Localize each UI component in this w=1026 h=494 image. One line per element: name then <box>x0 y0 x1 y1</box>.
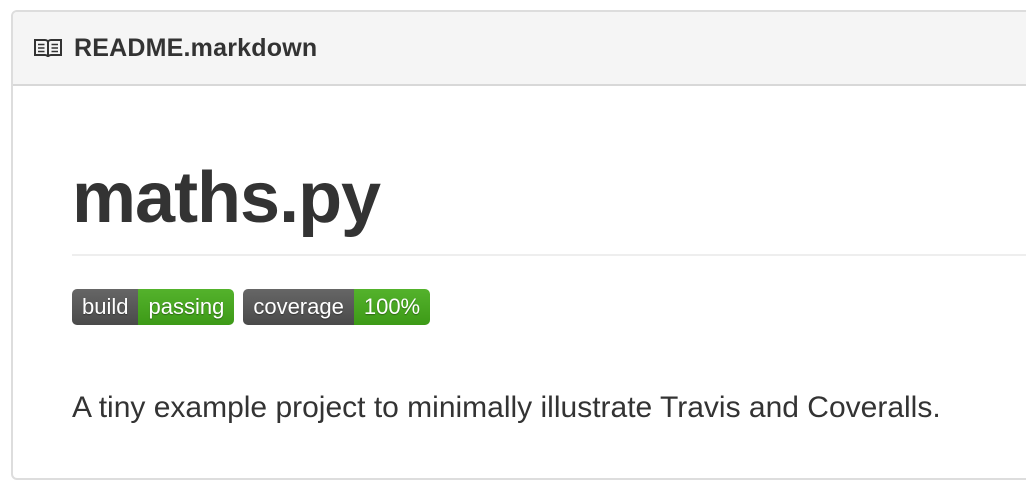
readme-title: maths.py <box>72 158 381 238</box>
readme-panel: README.markdown maths.py build passing c… <box>11 10 1026 480</box>
build-badge-label: build <box>72 289 139 325</box>
readme-description: A tiny example project to minimally illu… <box>72 391 941 424</box>
book-icon <box>33 37 63 59</box>
readme-filename: README.markdown <box>74 33 318 62</box>
coverage-badge[interactable]: coverage 100% <box>243 289 431 325</box>
title-divider <box>72 254 1026 256</box>
coverage-badge-value: 100% <box>353 289 431 325</box>
build-status-badge[interactable]: build passing <box>72 289 235 325</box>
badge-row: build passing coverage 100% <box>72 289 431 325</box>
build-badge-value: passing <box>138 289 235 325</box>
coverage-badge-label: coverage <box>243 289 354 325</box>
readme-header: README.markdown <box>13 12 1026 86</box>
